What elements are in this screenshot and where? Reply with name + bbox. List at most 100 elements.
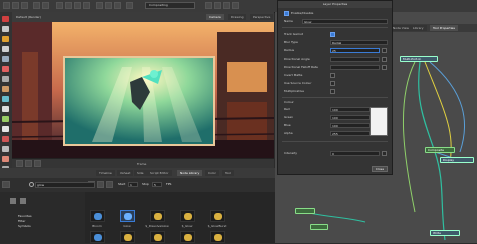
open-icon[interactable] xyxy=(12,2,19,9)
tab-camera[interactable]: Camera xyxy=(206,14,224,20)
play-forward-icon[interactable] xyxy=(106,181,113,188)
grid-icon[interactable] xyxy=(205,2,212,9)
intensity-function-icon[interactable] xyxy=(382,151,387,156)
render-icon[interactable] xyxy=(232,2,239,9)
select-icon[interactable] xyxy=(56,2,63,9)
tab-perspective[interactable]: Perspective xyxy=(250,14,274,20)
tab-library[interactable]: Library xyxy=(410,25,427,31)
pencil-tool-icon[interactable] xyxy=(2,46,9,52)
thumb-row2[interactable] xyxy=(120,231,135,243)
tab-timeline[interactable]: Timeline xyxy=(96,170,115,176)
select-tool-icon[interactable] xyxy=(2,16,9,22)
thumb-row2[interactable] xyxy=(150,231,165,243)
undo-icon[interactable] xyxy=(33,2,40,9)
tab-drawing[interactable]: Drawing xyxy=(228,14,247,20)
onion-skin-icon[interactable] xyxy=(214,2,221,9)
brush-icon[interactable] xyxy=(74,2,81,9)
directional-falloff-field[interactable] xyxy=(330,65,380,70)
play-back-icon[interactable] xyxy=(97,181,104,188)
thumb-label: Glow xyxy=(123,224,131,228)
zoom-out-icon[interactable] xyxy=(16,160,23,167)
tab-color[interactable]: Color xyxy=(205,170,219,176)
zoom-icon[interactable] xyxy=(2,116,9,122)
intensity-field[interactable]: 0 xyxy=(330,151,380,156)
stop-icon[interactable] xyxy=(105,2,112,9)
blur-type-select[interactable]: Radial xyxy=(330,40,388,45)
shape-tool-icon[interactable] xyxy=(2,86,9,92)
pencil-icon[interactable] xyxy=(83,2,90,9)
invert-matte-checkbox[interactable] xyxy=(330,73,335,78)
search-input[interactable]: glow xyxy=(35,182,95,188)
track-gamut-checkbox[interactable] xyxy=(330,32,335,37)
alpha-label: Alpha xyxy=(284,131,293,135)
hand-icon[interactable] xyxy=(2,126,9,132)
thumb-dollar-glow[interactable] xyxy=(180,210,195,222)
thumb-dissolve-glow[interactable] xyxy=(150,210,165,222)
node-composite[interactable]: Composite xyxy=(425,147,455,153)
dropper-icon[interactable] xyxy=(2,106,9,112)
reset-view-icon[interactable] xyxy=(34,160,41,167)
library-menu-icon[interactable] xyxy=(2,181,10,188)
thumb-bloom[interactable] xyxy=(90,210,105,222)
tab-script-editor[interactable]: Script Editor xyxy=(147,170,172,176)
camera-viewport[interactable] xyxy=(12,22,274,158)
play-icon[interactable] xyxy=(96,2,103,9)
loop-icon[interactable] xyxy=(114,2,121,9)
use-source-colour-checkbox[interactable] xyxy=(330,81,335,86)
tab-xsheet[interactable]: Xsheet xyxy=(117,170,134,176)
redo-icon[interactable] xyxy=(42,2,49,9)
name-field[interactable]: Glow xyxy=(302,19,388,24)
thumb-row2[interactable] xyxy=(90,231,105,243)
light-table-icon[interactable] xyxy=(223,2,230,9)
radius-function-icon[interactable] xyxy=(382,48,387,53)
close-button[interactable]: Close xyxy=(372,166,388,172)
thumb-row2[interactable] xyxy=(210,231,225,243)
node-small[interactable] xyxy=(310,224,328,230)
deform-icon[interactable] xyxy=(2,156,9,162)
colour-swatch[interactable] xyxy=(370,107,388,136)
node-write[interactable]: Write xyxy=(430,230,460,236)
tab-node-view[interactable]: Node View xyxy=(390,25,412,31)
library-grid: Bloom Glow $_DissolveGlow $_Glow $_GlowB… xyxy=(85,192,275,243)
tab-tool-properties[interactable]: Tool Properties xyxy=(430,25,458,31)
thumb-row2[interactable] xyxy=(180,231,195,243)
node-multi-port-in[interactable]: Multi-Port-In xyxy=(400,56,438,62)
tab-tool[interactable]: Tool xyxy=(222,170,234,176)
red-field[interactable]: 100 xyxy=(330,107,370,112)
node-display[interactable]: Display xyxy=(440,157,474,163)
green-field[interactable]: 100 xyxy=(330,115,370,120)
tree-item-favorites[interactable]: Favorites xyxy=(18,214,32,218)
new-icon[interactable] xyxy=(3,2,10,9)
transform-icon[interactable] xyxy=(65,2,72,9)
rotate-view-icon[interactable] xyxy=(2,136,9,142)
eraser-icon[interactable] xyxy=(2,66,9,72)
stop-field[interactable]: 5 xyxy=(152,182,162,187)
tab-side[interactable]: Side xyxy=(134,170,147,176)
falloff-function-icon[interactable] xyxy=(382,65,387,70)
enable-checkbox[interactable] xyxy=(284,11,289,16)
save-icon[interactable] xyxy=(21,2,28,9)
cutter-icon[interactable] xyxy=(2,76,9,82)
directional-angle-field[interactable] xyxy=(330,57,380,62)
contour-editor-icon[interactable] xyxy=(2,26,9,32)
brush-tool-icon[interactable] xyxy=(2,36,9,42)
node-small[interactable] xyxy=(295,208,315,214)
tree-item-filter[interactable]: Filter xyxy=(18,219,25,223)
tab-node-library[interactable]: Node Library xyxy=(177,170,203,176)
transform-tool-icon[interactable] xyxy=(2,146,9,152)
blue-field[interactable]: 100 xyxy=(330,123,370,128)
render-mode-label[interactable]: Default (Render) xyxy=(16,14,41,20)
thumb-glow[interactable] xyxy=(120,210,135,222)
text-tool-icon[interactable] xyxy=(2,56,9,62)
radius-field[interactable]: 25 xyxy=(330,48,380,53)
workspace-dropdown[interactable]: Compositing xyxy=(145,2,195,9)
multiplicative-checkbox[interactable] xyxy=(330,89,335,94)
camera-icon[interactable] xyxy=(126,2,133,9)
angle-function-icon[interactable] xyxy=(382,57,387,62)
tree-item-symbols[interactable]: Symbols xyxy=(18,224,31,228)
thumb-glow-burst[interactable] xyxy=(210,210,225,222)
zoom-in-icon[interactable] xyxy=(25,160,32,167)
paint-bucket-icon[interactable] xyxy=(2,96,9,102)
start-field[interactable]: 1 xyxy=(128,182,138,187)
alpha-field[interactable]: 255 xyxy=(330,131,370,136)
